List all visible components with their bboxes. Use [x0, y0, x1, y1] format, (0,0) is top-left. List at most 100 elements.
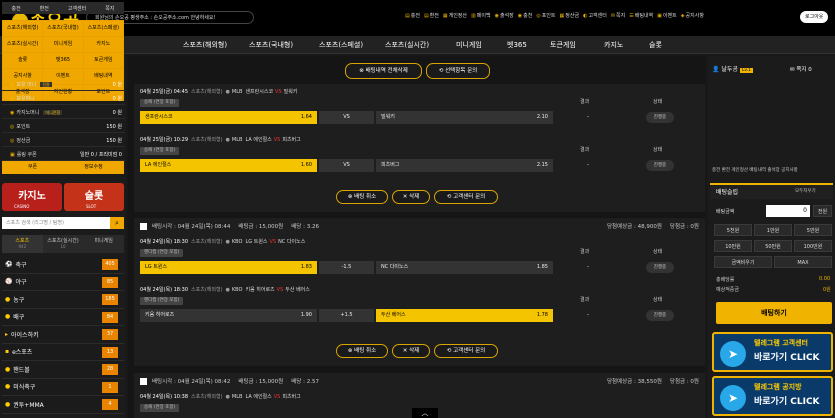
sidebar-menu-item[interactable]: 스포츠(스페셜)	[83, 21, 123, 36]
amount-chip-button[interactable]: MAX	[774, 256, 832, 268]
bet-amount-input[interactable]: 0	[766, 205, 810, 217]
top-menu-item[interactable]: ☰배팅내역	[629, 12, 653, 19]
delete-bet-button[interactable]: ✕ 삭제	[392, 344, 430, 358]
amount-chip-button[interactable]: 50만원	[754, 240, 792, 252]
delete-bet-button[interactable]: ✕ 삭제	[392, 190, 430, 204]
logout-button[interactable]: 로그아웃	[800, 11, 829, 23]
top-menu-item[interactable]: ◈공지사항	[681, 12, 704, 19]
home-pick[interactable]: LA 에인절스 1.60	[140, 159, 317, 172]
sport-tab[interactable]: 미니게임	[83, 235, 125, 253]
place-bet-button[interactable]: 배팅하기	[716, 302, 832, 324]
nav-tab[interactable]: 스포츠(실시간)	[385, 40, 429, 50]
message-count[interactable]: ✉ 쪽지 0	[790, 65, 812, 73]
home-pick[interactable]: LG 트윈스 1.83	[140, 261, 317, 274]
sidebar-quick-item[interactable]: 충전	[11, 5, 20, 12]
sidebar-menu-item[interactable]: 슬롯	[3, 53, 43, 68]
sidebar-menu-item[interactable]: 미니게임	[43, 37, 83, 52]
draw-pick[interactable]: -1.5	[319, 261, 374, 274]
top-menu-item[interactable]: ◐고객센터	[583, 12, 607, 19]
home-pick[interactable]: 키움 히어로즈 1.90	[140, 309, 317, 322]
nav-tab[interactable]: 미니게임	[456, 40, 482, 50]
wallet-row[interactable]: ◉ 보유머니 0 원	[2, 93, 125, 105]
sport-item[interactable]: ⚾ 야구 85	[2, 274, 124, 291]
nav-tab[interactable]: 토큰게임	[550, 40, 576, 50]
amount-chip-button[interactable]: 5천원	[714, 224, 752, 236]
amount-chip-button[interactable]: 1만원	[754, 224, 792, 236]
delete-all-history-button[interactable]: ⊗ 배팅내역 전체삭제	[345, 63, 422, 79]
top-menu-item[interactable]: ◎포인트	[536, 12, 555, 19]
wallet-row[interactable]: ▣ 롤링 쿠폰 일반 0 / 프리미엄 0	[2, 149, 125, 161]
top-menu-item[interactable]: ▦게인정산	[443, 12, 467, 19]
wallet-row[interactable]: ◎ 정산금 150 원	[2, 135, 125, 147]
support-inquiry-button[interactable]: ⟲ 고객센터 문의	[434, 344, 498, 358]
top-menu-item[interactable]: ◉출석장	[495, 12, 514, 19]
amount-chip-button[interactable]: 10만원	[714, 240, 752, 252]
telegram-support-banner[interactable]: ➤ 텔레그램 고객센터 바로가기 CLICK	[712, 332, 833, 372]
cancel-bet-button[interactable]: ⊗ 배팅 취소	[336, 190, 388, 204]
top-menu-item[interactable]: ▤충전	[405, 12, 420, 19]
sport-item[interactable]: ▪ e스포츠 13	[2, 344, 124, 361]
scroll-top-button[interactable]: ︿	[412, 408, 438, 418]
slip-reset-button[interactable]: 모두지우기	[795, 188, 816, 194]
sport-tab[interactable]: 스포츠(실시간) 10	[42, 235, 84, 253]
quick-links[interactable]: 충전 환전 게인정산 배팅내역 출석장 공지사항	[712, 167, 798, 173]
amount-chip-button[interactable]: 5만원	[794, 224, 832, 236]
telegram-notice-banner[interactable]: ➤ 텔레그램 공지방 바로가기 CLICK	[712, 376, 833, 416]
sport-item[interactable]: ● 농구 185	[2, 291, 124, 309]
sport-item[interactable]: ● 미식축구 1	[2, 379, 124, 396]
sidebar-quick-item[interactable]: 쪽지	[105, 5, 114, 12]
away-pick[interactable]: 두산 베어스 1.78	[376, 309, 553, 322]
sidebar-menu-item[interactable]: 카지노	[83, 37, 123, 52]
amount-chip-button[interactable]: 금액비우기	[714, 256, 772, 268]
home-pick[interactable]: 샌프란시스코 1.64	[140, 111, 317, 124]
top-menu-item[interactable]: ▣이벤트	[657, 12, 677, 19]
away-pick[interactable]: 피츠버그 2.15	[376, 159, 553, 172]
sidebar-menu-item[interactable]: 쿠폰	[2, 160, 63, 174]
bet-select-checkbox[interactable]	[140, 377, 147, 385]
search-icon[interactable]: ⌕	[110, 217, 124, 229]
draw-pick[interactable]: VS	[319, 111, 374, 124]
bet-select-checkbox[interactable]	[140, 222, 147, 230]
nav-tab[interactable]: 스포츠(국내형)	[249, 40, 293, 50]
nav-tab[interactable]: 벳365	[507, 40, 527, 50]
top-menu-item[interactable]: ▥페이백	[471, 12, 491, 19]
sport-tab[interactable]: 스포츠 942	[2, 235, 43, 253]
sidebar-menu-item[interactable]: 벳365	[43, 53, 83, 68]
wallet-row[interactable]: ◉ 카지노머니 머니전환 0 원	[2, 107, 125, 119]
sidebar-menu-item[interactable]: 토큰게임	[83, 53, 123, 68]
away-pick[interactable]: 밀워키 2.10	[376, 111, 553, 124]
sidebar-menu-item[interactable]: 스포츠(실시간)	[3, 37, 43, 52]
wallet-extra-button[interactable]: 머니전환	[43, 110, 63, 115]
wallet-extra-button[interactable]: 전환	[40, 82, 52, 87]
sidebar-quick-item[interactable]: 고객센터	[68, 5, 86, 12]
draw-pick[interactable]: +1.5	[319, 309, 374, 322]
nav-tab[interactable]: 스포츠(스페셜)	[319, 40, 363, 50]
wallet-row[interactable]: ◎ 포인트 150 원	[2, 121, 125, 133]
top-menu-item[interactable]: ▤환전	[424, 12, 439, 19]
sport-item[interactable]: ⚽ 축구 405	[2, 256, 124, 274]
nav-tab[interactable]: 스포츠(해외형)	[183, 40, 227, 50]
top-menu-item[interactable]: ◉충천	[518, 12, 533, 19]
sport-item[interactable]: ● 핸드볼 28	[2, 361, 124, 379]
cancel-bet-button[interactable]: ⊗ 배팅 취소	[336, 344, 388, 358]
sport-item[interactable]: ● 배구 84	[2, 309, 124, 326]
nav-tab[interactable]: 슬롯	[649, 40, 662, 50]
sport-item[interactable]: ● 권투+MMA 4	[2, 396, 124, 414]
nav-tab[interactable]: 카지노	[604, 40, 623, 50]
sidebar-menu-item[interactable]: 스포츠(해외형)	[3, 21, 43, 36]
sidebar-quick-item[interactable]: 환전	[40, 5, 49, 12]
top-menu-item[interactable]: ▦정산금	[560, 12, 580, 19]
amount-clear-button[interactable]: 전원	[813, 205, 832, 217]
casino-banner[interactable]: 카지노	[2, 183, 62, 211]
support-inquiry-button[interactable]: ⟲ 고객센터 문의	[434, 190, 498, 204]
draw-pick[interactable]: VS	[319, 159, 374, 172]
sport-item[interactable]: ▸ 아이스하키 37	[2, 326, 124, 344]
wallet-row[interactable]: ◉ 보유 머니 전환 0 원	[2, 79, 125, 91]
away-pick[interactable]: NC 다이노스 1.85	[376, 261, 553, 274]
selected-inquiry-button[interactable]: ⟲ 선택항목 문의	[426, 63, 490, 79]
sidebar-menu-item[interactable]: 스포츠(국내형)	[43, 21, 83, 36]
top-menu-item[interactable]: ✉쪽지	[611, 12, 625, 19]
sidebar-menu-item[interactable]: 정보수정	[63, 160, 124, 174]
amount-chip-button[interactable]: 100만원	[794, 240, 832, 252]
sport-search-input[interactable]: 스포츠 검색 (리그명 / 팀명)	[2, 217, 110, 229]
